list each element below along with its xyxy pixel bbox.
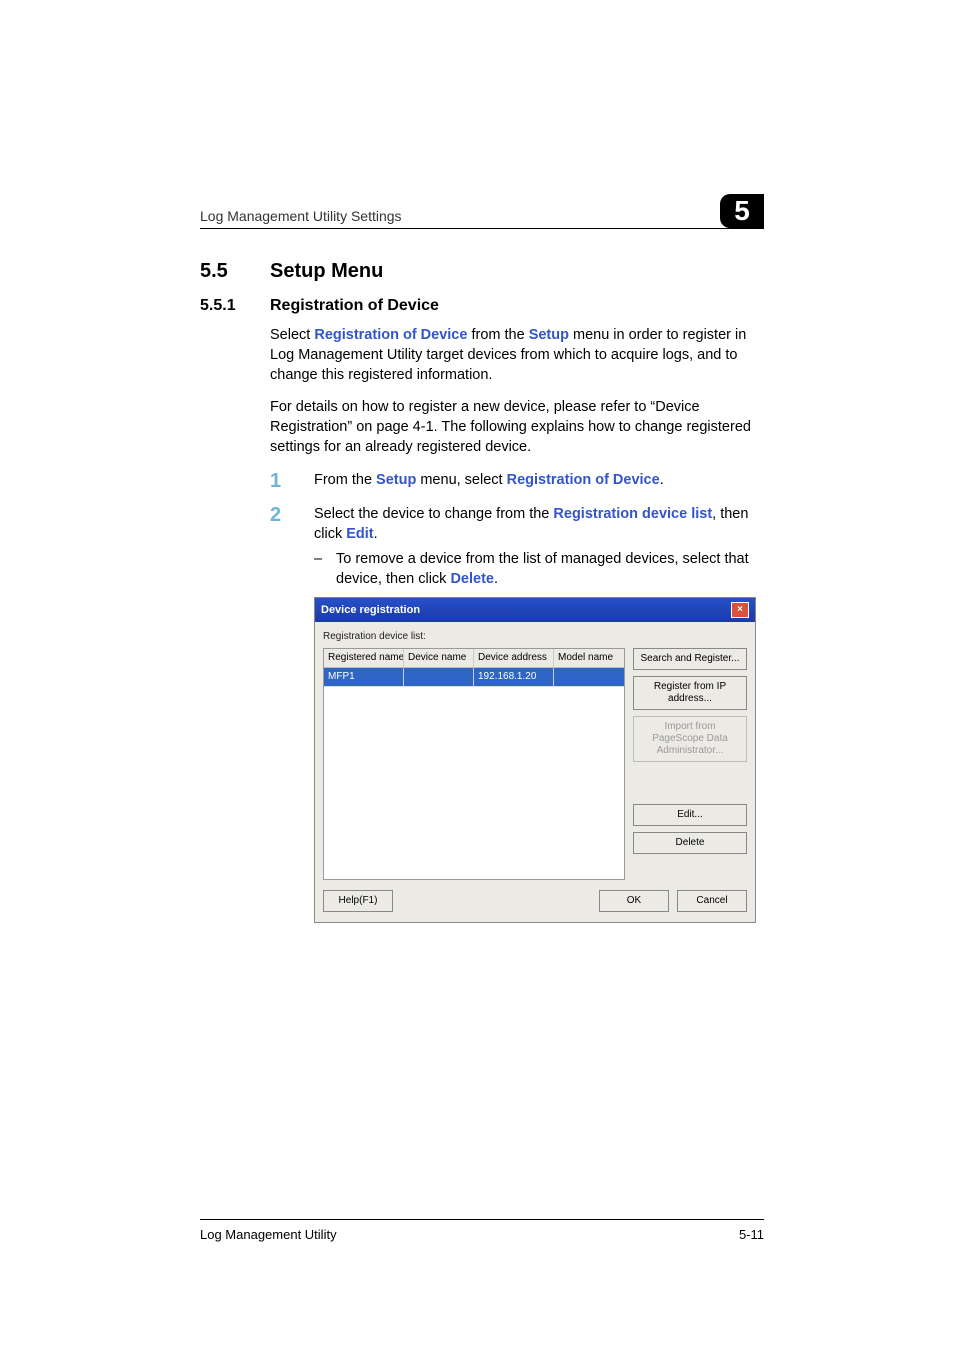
bullet-item: – To remove a device from the list of ma… — [314, 550, 764, 589]
body-text: Select Registration of Device from the S… — [270, 325, 764, 923]
subsection-number: 5.5.1 — [200, 297, 252, 315]
col-device-address[interactable]: Device address — [474, 649, 554, 667]
subsection-title: Registration of Device — [270, 297, 439, 315]
chapter-number-badge: 5 — [720, 194, 764, 228]
edit-button[interactable]: Edit... — [633, 804, 747, 826]
dialog-footer: Help(F1) OK Cancel — [323, 890, 747, 912]
footer-page-number: 5-11 — [739, 1227, 764, 1242]
import-from-pagescope-button: Import from PageScope Data Administrator… — [633, 716, 747, 762]
col-model-name[interactable]: Model name — [554, 649, 624, 667]
help-button[interactable]: Help(F1) — [323, 890, 393, 912]
dialog-main: Registered name Device name Device addre… — [323, 648, 747, 880]
footer-doc-title: Log Management Utility — [200, 1227, 337, 1242]
dialog-body: Registration device list: Registered nam… — [315, 622, 755, 922]
link-edit[interactable]: Edit — [346, 526, 373, 542]
register-from-ip-button[interactable]: Register from IP address... — [633, 676, 747, 710]
table-row[interactable]: MFP1 192.168.1.20 — [324, 668, 624, 687]
running-header: Log Management Utility Settings — [200, 208, 764, 229]
registration-list-label: Registration device list: — [323, 630, 747, 644]
step-text: From the Setup menu, select Registration… — [314, 471, 664, 491]
page: Log Management Utility Settings 5 5.5 Se… — [0, 0, 954, 1350]
link-delete[interactable]: Delete — [450, 571, 494, 587]
step-number: 2 — [270, 505, 294, 544]
col-device-name[interactable]: Device name — [404, 649, 474, 667]
paragraph-1: Select Registration of Device from the S… — [270, 325, 764, 385]
spacer — [633, 768, 747, 798]
link-setup[interactable]: Setup — [376, 472, 416, 488]
step-2: 2 Select the device to change from the R… — [270, 505, 764, 544]
subsection-heading: 5.5.1 Registration of Device — [200, 297, 764, 315]
registration-device-list[interactable]: Registered name Device name Device addre… — [323, 648, 625, 880]
paragraph-2: For details on how to register a new dev… — [270, 397, 764, 457]
step-number: 1 — [270, 471, 294, 491]
section-heading: 5.5 Setup Menu — [200, 260, 764, 283]
bullet-text: To remove a device from the list of mana… — [336, 550, 764, 589]
delete-button[interactable]: Delete — [633, 832, 747, 854]
link-registration-device-list[interactable]: Registration device list — [553, 506, 712, 522]
cell-model-name — [554, 668, 624, 686]
content-area: 5.5 Setup Menu 5.5.1 Registration of Dev… — [200, 260, 764, 923]
bullet-dash: – — [314, 550, 324, 589]
close-icon[interactable]: × — [731, 602, 749, 618]
step-1: 1 From the Setup menu, select Registrati… — [270, 471, 764, 491]
search-and-register-button[interactable]: Search and Register... — [633, 648, 747, 670]
cell-device-name — [404, 668, 474, 686]
link-setup[interactable]: Setup — [529, 327, 569, 343]
table-header-row: Registered name Device name Device addre… — [324, 649, 624, 668]
running-header-text: Log Management Utility Settings — [200, 208, 402, 224]
link-registration-of-device[interactable]: Registration of Device — [507, 472, 660, 488]
dialog-titlebar[interactable]: Device registration × — [315, 598, 755, 622]
device-registration-dialog: Device registration × Registration devic… — [314, 597, 756, 923]
ok-button[interactable]: OK — [599, 890, 669, 912]
section-title: Setup Menu — [270, 260, 383, 283]
section-number: 5.5 — [200, 260, 252, 283]
page-footer: Log Management Utility 5-11 — [200, 1227, 764, 1242]
cancel-button[interactable]: Cancel — [677, 890, 747, 912]
cell-registered-name: MFP1 — [324, 668, 404, 686]
link-registration-of-device[interactable]: Registration of Device — [314, 327, 467, 343]
cell-device-address: 192.168.1.20 — [474, 668, 554, 686]
dialog-title-text: Device registration — [321, 603, 420, 618]
dialog-footer-right: OK Cancel — [599, 890, 747, 912]
footer-rule — [200, 1219, 764, 1220]
col-registered-name[interactable]: Registered name — [324, 649, 404, 667]
step-text: Select the device to change from the Reg… — [314, 505, 764, 544]
dialog-side-buttons: Search and Register... Register from IP … — [633, 648, 747, 880]
